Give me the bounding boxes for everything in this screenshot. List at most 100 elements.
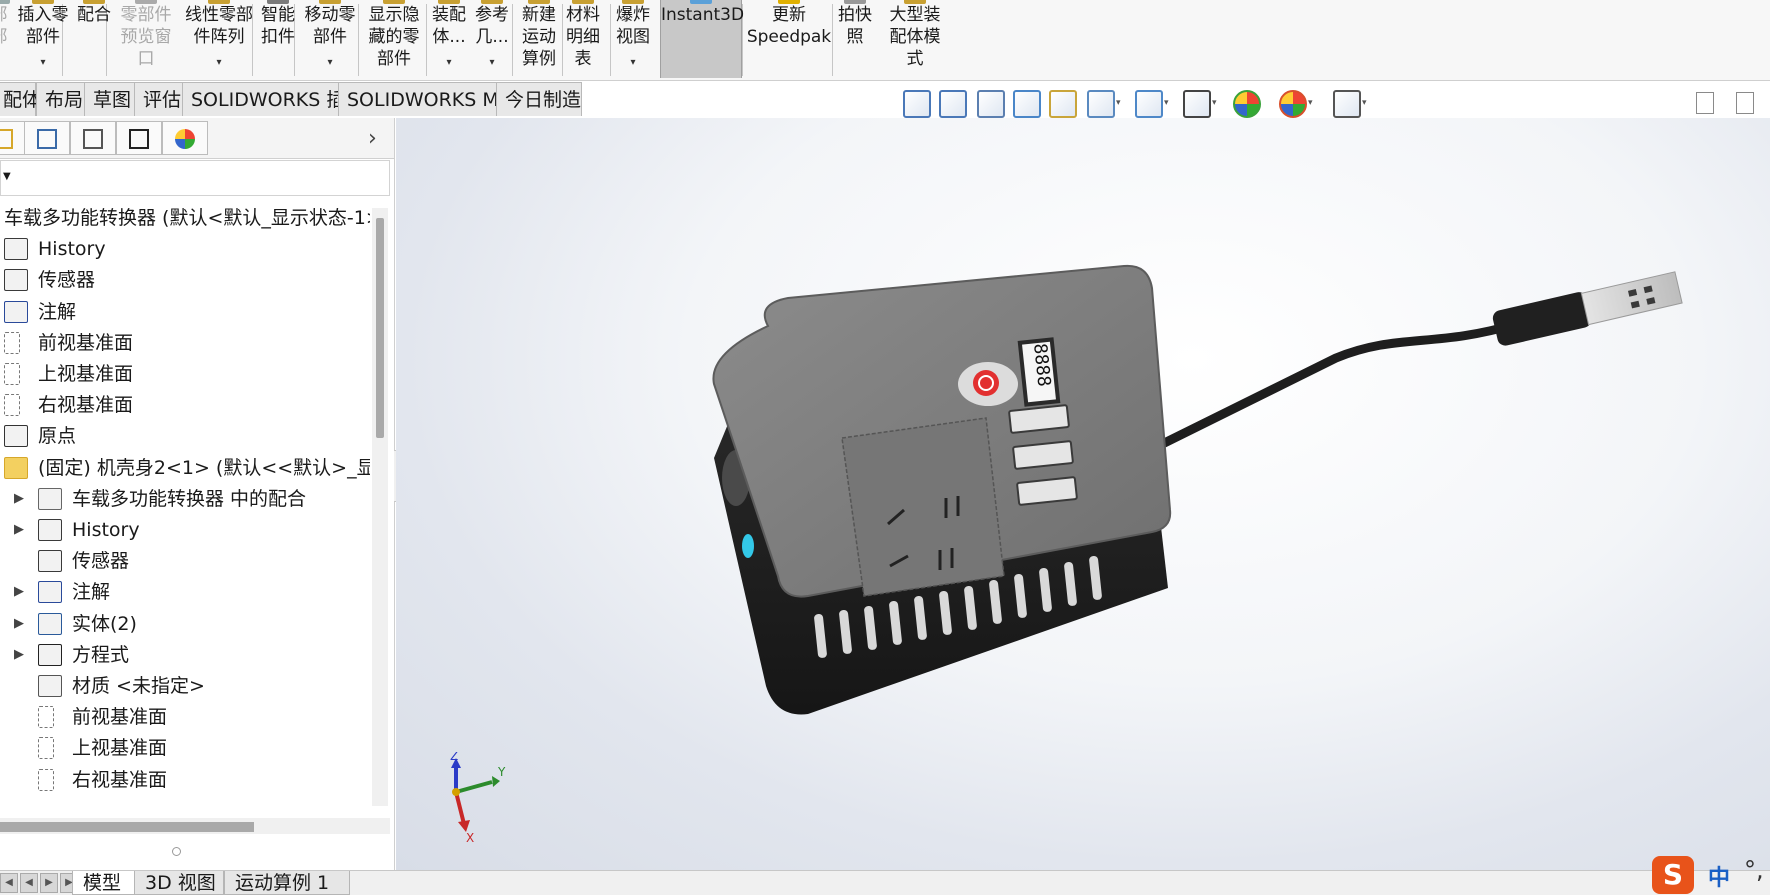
command-tab-3[interactable]: 评估 <box>134 82 184 116</box>
panel-tab-glyph <box>0 129 13 149</box>
first-tab-button[interactable]: ◀ <box>0 873 18 893</box>
command-tab-2[interactable]: 草图 <box>84 82 136 116</box>
command-tab-0[interactable]: 配体 <box>0 82 41 116</box>
dynamic-annotation-icon[interactable] <box>1046 86 1077 118</box>
ribbon-button-label: 显示隐 藏的零 部件 <box>368 5 420 69</box>
scrollbar-thumb[interactable] <box>376 218 384 438</box>
ribbon-button-8[interactable]: 装配 体... ▾ <box>426 0 472 78</box>
ribbon-tool-icon <box>267 0 289 4</box>
command-manager-ribbon: 部 部插入零 部件▾配合零部件 预览窗 口线性零部 件阵列▾智能 扣件移动零 部… <box>0 0 1770 81</box>
panel-tab-glyph <box>37 129 57 149</box>
feature-filter-input[interactable]: ▼ <box>0 160 390 196</box>
ribbon-tool-icon <box>844 0 866 4</box>
tree-node-label: 上视基准面 <box>38 363 134 385</box>
prev-tab-button[interactable]: ◀ <box>20 873 38 893</box>
model-render: 8888 <box>712 264 1683 715</box>
command-tab-5[interactable]: SOLIDWORKS MBD <box>338 82 526 116</box>
hide-show-icon[interactable] <box>1180 86 1211 118</box>
scrollbar-thumb[interactable] <box>0 822 254 832</box>
ribbon-tool-icon <box>528 0 550 4</box>
view-orientation-icon[interactable] <box>1084 86 1115 118</box>
command-tab-4[interactable]: SOLIDWORKS 插件 <box>182 82 364 116</box>
chevron-down-icon[interactable]: ▾ <box>327 52 332 74</box>
heads-up-view-toolbar: ▾ ▾ ▾ ▾ ▾ <box>900 86 1390 122</box>
ribbon-tool-icon <box>135 0 157 4</box>
ribbon-button-7[interactable]: 显示隐 藏的零 部件 <box>362 0 426 78</box>
plane-icon <box>4 363 20 385</box>
expand-arrow-icon[interactable]: ▶ <box>14 576 24 608</box>
zoom-to-fit-icon[interactable] <box>900 86 931 118</box>
expand-arrow-icon[interactable]: ▶ <box>14 639 24 671</box>
property-manager-tab[interactable] <box>24 121 70 155</box>
chevron-down-icon[interactable]: ▾ <box>1362 98 1367 108</box>
tree-vertical-scrollbar[interactable] <box>372 208 388 806</box>
chevron-down-icon[interactable]: ▾ <box>630 52 635 74</box>
display-style-icon[interactable] <box>1132 86 1163 118</box>
restore-window-icon[interactable] <box>1696 92 1714 114</box>
ime-indicator[interactable]: S 中 °, <box>1652 856 1770 894</box>
chevron-down-icon[interactable]: ▾ <box>40 52 45 74</box>
expand-arrow-icon[interactable]: ▶ <box>14 608 24 640</box>
triad-z-label: Z <box>450 752 458 763</box>
feature-tree-tab[interactable] <box>0 121 26 155</box>
maximize-window-icon[interactable] <box>1736 92 1754 114</box>
expand-arrow-icon[interactable]: ▶ <box>14 483 24 515</box>
zoom-to-area-icon[interactable] <box>936 86 967 118</box>
ime-language-label[interactable]: 中 <box>1708 860 1730 892</box>
tab-3d-views[interactable]: 3D 视图 <box>134 871 224 895</box>
ribbon-tool-icon <box>481 0 503 4</box>
ribbon-button-3[interactable]: 零部件 预览窗 口 <box>108 0 184 78</box>
command-tab-6[interactable]: 今日制造 <box>496 82 582 116</box>
splitter-grip-icon[interactable] <box>172 847 181 856</box>
chevron-down-icon[interactable]: ▾ <box>1308 98 1313 108</box>
dimxpert-tab[interactable] <box>116 121 162 155</box>
chevron-down-icon[interactable]: ▾ <box>489 52 494 74</box>
ribbon-button-16[interactable]: 大型装 配体模 式 <box>876 0 954 78</box>
graphics-area-viewport[interactable]: 8888 <box>396 118 1770 870</box>
apply-scene-icon[interactable] <box>1276 86 1307 118</box>
command-tab-1[interactable]: 布局 <box>36 82 86 116</box>
ribbon-button-15[interactable]: 拍快 照 <box>834 0 876 78</box>
ribbon-button-14[interactable]: 更新 Speedpak <box>742 0 836 78</box>
toolbar-glyph <box>1135 90 1163 118</box>
edit-appearance-icon[interactable] <box>1230 86 1261 118</box>
ribbon-button-9[interactable]: 参考 几... ▾ <box>468 0 516 78</box>
ribbon-button-13[interactable]: Instant3D <box>660 0 744 78</box>
tree-node-label: 传感器 <box>38 269 96 292</box>
tab-model[interactable]: 模型 <box>72 871 136 895</box>
configuration-manager-tab[interactable] <box>70 121 116 155</box>
ribbon-button-11[interactable]: 材料 明细 表 <box>562 0 604 78</box>
next-tab-button[interactable]: ▶ <box>40 873 58 893</box>
ribbon-tool-icon <box>83 0 105 4</box>
ribbon-button-12[interactable]: 爆炸 视图 ▾ <box>608 0 658 78</box>
ribbon-tool-icon <box>208 0 230 4</box>
ribbon-tool-icon <box>319 0 341 4</box>
filter-chevron-down-icon[interactable]: ▼ <box>3 171 11 182</box>
ribbon-button-5[interactable]: 智能 扣件 <box>256 0 300 78</box>
tree-horizontal-scrollbar[interactable] <box>0 818 390 834</box>
chevron-down-icon[interactable]: ▾ <box>1212 98 1217 108</box>
expand-panel-chevron-icon[interactable]: › <box>368 126 377 151</box>
ribbon-button-label: 拍快 照 <box>838 5 872 47</box>
ribbon-button-4[interactable]: 线性零部 件阵列 ▾ <box>178 0 260 78</box>
chevron-down-icon[interactable]: ▾ <box>1116 98 1121 108</box>
ribbon-button-1[interactable]: 插入零 部件 ▾ <box>14 0 72 78</box>
ac-socket-panel <box>841 417 1005 597</box>
chevron-down-icon[interactable]: ▾ <box>446 52 451 74</box>
ribbon-tool-icon <box>438 0 460 4</box>
expand-arrow-icon[interactable]: ▶ <box>14 514 24 546</box>
chevron-down-icon[interactable]: ▾ <box>1164 98 1169 108</box>
view-settings-icon[interactable] <box>1330 86 1361 118</box>
ribbon-button-6[interactable]: 移动零 部件 ▾ <box>296 0 364 78</box>
display-manager-tab[interactable] <box>162 121 208 155</box>
ribbon-button-10[interactable]: 新建 运动 算例 <box>516 0 562 78</box>
solid-bodies-icon <box>38 612 62 635</box>
material-icon <box>38 675 62 697</box>
ime-punctuation-label[interactable]: °, <box>1744 856 1764 884</box>
chevron-down-icon[interactable]: ▾ <box>216 52 221 74</box>
previous-view-icon[interactable] <box>974 86 1005 118</box>
toolbar-glyph <box>1013 90 1041 118</box>
tab-motion-study[interactable]: 运动算例 1 <box>224 871 350 895</box>
ribbon-button-0[interactable]: 部 部 <box>0 0 12 78</box>
section-view-icon[interactable] <box>1010 86 1041 118</box>
